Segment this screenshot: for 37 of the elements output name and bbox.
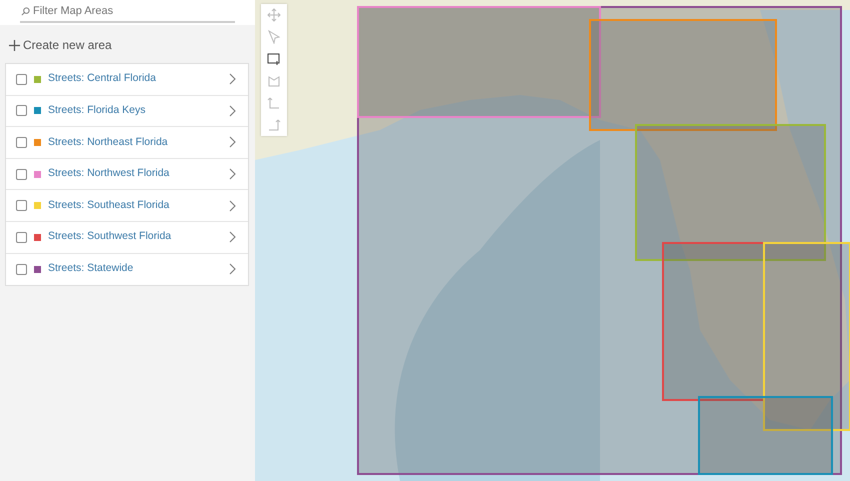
- chevron-icon: [229, 73, 236, 86]
- chevron-icon: [229, 231, 236, 244]
- chevron-icon: [229, 104, 236, 117]
- polygon-icon[interactable]: [267, 74, 281, 88]
- area-list-item[interactable]: Streets: Central Florida: [6, 64, 248, 96]
- area-list-item[interactable]: Streets: Southeast Florida: [6, 190, 248, 222]
- checkbox[interactable]: [16, 200, 27, 212]
- draw-rectangle-icon[interactable]: [267, 52, 281, 66]
- checkbox[interactable]: [16, 232, 27, 243]
- area-name: Streets: Statewide: [48, 261, 134, 276]
- checkbox[interactable]: [16, 74, 27, 85]
- area-list-item[interactable]: Streets: Southwest Florida: [6, 222, 248, 254]
- area-list-item[interactable]: Streets: Northwest Florida: [6, 158, 248, 190]
- pointer-icon[interactable]: [267, 30, 281, 44]
- chevron-icon: [229, 200, 236, 212]
- create-area-button[interactable]: Create new area: [9, 36, 112, 54]
- area-name: Streets: Southeast Florida: [48, 198, 170, 213]
- chevron-icon: [229, 168, 236, 180]
- area-name: Streets: Florida Keys: [48, 103, 146, 118]
- checkbox[interactable]: [16, 105, 27, 116]
- checkbox[interactable]: [16, 168, 27, 180]
- redo-icon[interactable]: [267, 118, 281, 132]
- area-name: Streets: Northwest Florida: [48, 166, 170, 182]
- move-icon[interactable]: [267, 8, 281, 22]
- area-list-item[interactable]: Streets: Florida Keys: [6, 96, 248, 128]
- chevron-icon: [229, 136, 236, 148]
- checkbox[interactable]: [16, 136, 27, 148]
- chevron-icon: [229, 263, 236, 276]
- area-name: Streets: Northeast Florida: [48, 134, 169, 150]
- area-list-item[interactable]: Streets: Statewide: [6, 254, 248, 286]
- area-list-item[interactable]: Streets: Northeast Florida: [6, 127, 248, 159]
- undo-icon[interactable]: [267, 96, 281, 110]
- plus-icon: [9, 40, 20, 50]
- area-name: Streets: Central Florida: [48, 71, 157, 86]
- area-name: Streets: Southwest Florida: [48, 229, 172, 244]
- filter-field[interactable]: Filter Map Areas: [0, 0, 255, 25]
- checkbox[interactable]: [16, 264, 27, 275]
